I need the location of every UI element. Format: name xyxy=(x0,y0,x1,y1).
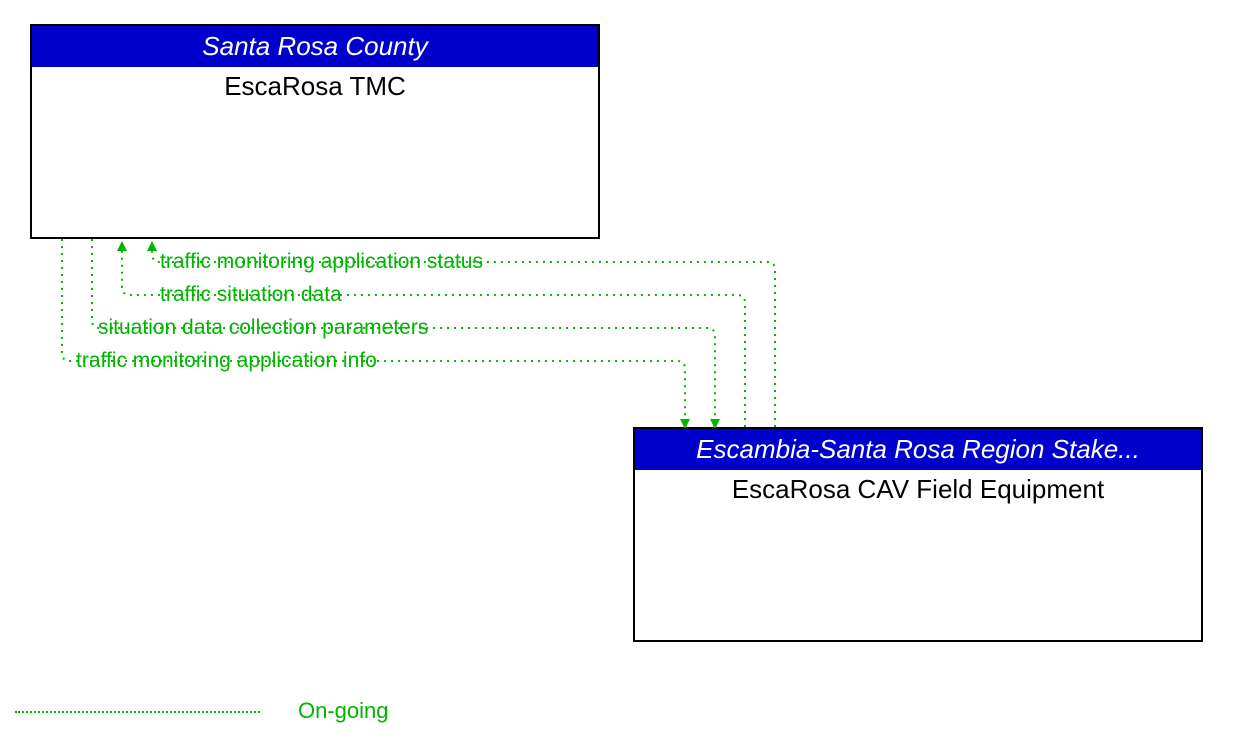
node-header-santa-rosa-county: Santa Rosa County xyxy=(32,26,598,67)
node-title-escarosa-tmc: EscaRosa TMC xyxy=(32,67,598,102)
node-title-escarosa-cav: EscaRosa CAV Field Equipment xyxy=(635,470,1201,505)
legend-label-ongoing: On-going xyxy=(298,698,389,724)
flow-label-traffic-monitoring-application-status: traffic monitoring application status xyxy=(160,250,483,274)
node-escarosa-cav-field-equipment: Escambia-Santa Rosa Region Stake... Esca… xyxy=(633,427,1203,642)
legend-line-ongoing xyxy=(15,711,260,713)
flow-label-traffic-monitoring-application-info: traffic monitoring application info xyxy=(76,349,377,373)
flow-label-situation-data-collection-parameters: situation data collection parameters xyxy=(98,316,428,340)
node-escarosa-tmc: Santa Rosa County EscaRosa TMC xyxy=(30,24,600,239)
node-header-escambia-santa-rosa: Escambia-Santa Rosa Region Stake... xyxy=(635,429,1201,470)
flow-label-traffic-situation-data: traffic situation data xyxy=(160,283,342,307)
